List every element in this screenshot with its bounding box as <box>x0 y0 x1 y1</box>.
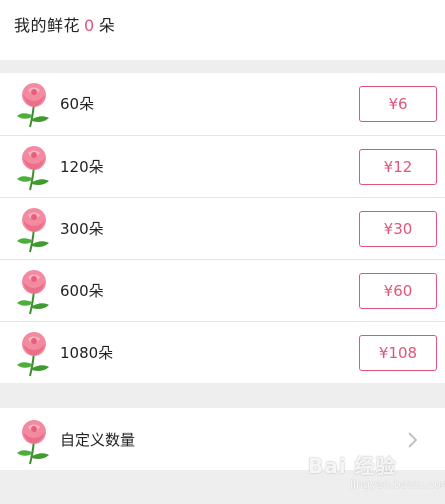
rose-icon <box>17 146 49 191</box>
price-button[interactable]: ¥60 <box>359 273 437 309</box>
purchase-option-row: 300朵 ¥30 <box>0 197 445 259</box>
rose-icon <box>17 332 49 377</box>
rose-icon <box>17 83 49 128</box>
flower-unit: 朵 <box>98 16 116 35</box>
option-quantity-label: 1080朵 <box>60 344 114 362</box>
price-button[interactable]: ¥30 <box>359 211 437 247</box>
price-button[interactable]: ¥6 <box>359 86 437 122</box>
price-button[interactable]: ¥108 <box>359 335 437 371</box>
my-flowers-summary: 我的鲜花 0 朵 <box>14 12 115 36</box>
my-flowers-label: 我的鲜花 <box>14 16 81 35</box>
purchase-option-row: 120朵 ¥12 <box>0 135 445 197</box>
option-quantity-label: 300朵 <box>60 220 104 238</box>
flower-count: 0 <box>84 16 95 35</box>
purchase-options-list: 60朵 ¥6 120朵 ¥12 300朵 ¥30 600朵 ¥60 1080朵 … <box>0 73 445 383</box>
purchase-option-row: 1080朵 ¥108 <box>0 321 445 383</box>
baidu-watermark-url: jingyan.baidu.com <box>350 478 445 491</box>
baidu-watermark: Bai 经验 <box>308 454 397 478</box>
chevron-right-icon[interactable] <box>404 432 420 448</box>
header: 我的鲜花 0 朵 <box>0 0 445 60</box>
purchase-option-row: 600朵 ¥60 <box>0 259 445 321</box>
option-quantity-label: 600朵 <box>60 282 104 300</box>
rose-icon <box>17 420 49 465</box>
option-quantity-label: 120朵 <box>60 158 104 176</box>
rose-icon <box>17 270 49 315</box>
price-button[interactable]: ¥12 <box>359 149 437 185</box>
option-quantity-label: 60朵 <box>60 95 95 113</box>
purchase-option-row: 60朵 ¥6 <box>0 73 445 135</box>
custom-quantity-label: 自定义数量 <box>60 431 136 449</box>
rose-icon <box>17 208 49 253</box>
